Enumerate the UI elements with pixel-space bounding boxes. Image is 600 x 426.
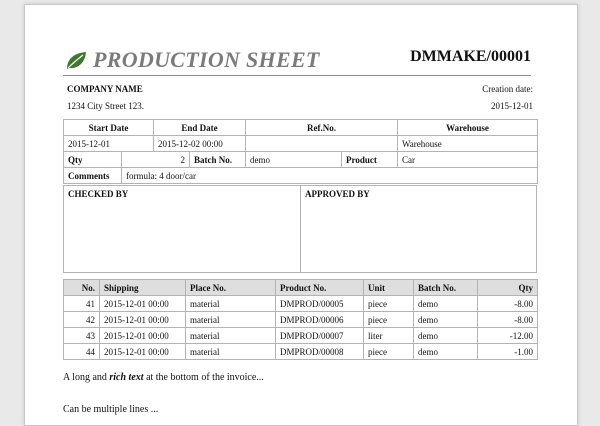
info-header-row: Start Date End Date Ref.No. Warehouse [63,119,539,136]
warehouse-value: Warehouse [397,135,539,152]
creation-date-label: Creation date: [482,84,533,94]
table-row: 42 2015-12-01 00:00 material DMPROD/0000… [63,311,538,328]
row-qty: -1.00 [477,343,538,360]
footer-line-2: Can be multiple lines ... [63,404,159,415]
qty-value: 2 [121,151,190,168]
col-header-place-no: Place No. [185,279,276,296]
row-unit: liter [363,327,414,344]
row-shipping: 2015-12-01 00:00 [99,295,186,312]
info-values-row: 2015-12-01 2015-12-02 00:00 Warehouse [63,135,539,152]
batch-value: demo [245,151,343,168]
lines-header-row: No. Shipping Place No. Product No. Unit … [63,279,538,296]
row-no: 42 [63,311,100,328]
footer-rich-text: rich text [109,372,144,383]
row-product-no: DMPROD/00005 [275,295,364,312]
info-qty-row: Qty 2 Batch No. demo Product Car [63,151,539,168]
row-qty: -8.00 [477,311,538,328]
col-header-shipping: Shipping [99,279,186,296]
row-batch-no: demo [413,343,478,360]
row-batch-no: demo [413,295,478,312]
document-title: PRODUCTION SHEET [93,47,320,72]
signature-box: CHECKED BY APPROVED BY [63,185,537,273]
col-header-batch-no: Batch No. [413,279,478,296]
row-product-no: DMPROD/00006 [275,311,364,328]
product-value: Car [397,151,539,168]
approved-by-label: APPROVED BY [305,189,370,199]
col-header-product-no: Product No. [275,279,364,296]
start-date-value: 2015-12-01 [63,135,154,152]
row-place-no: material [185,327,276,344]
row-place-no: material [185,343,276,360]
lines-table: No. Shipping Place No. Product No. Unit … [63,279,538,360]
document-page: PRODUCTION SHEET DMMAKE/00001 COMPANY NA… [24,4,578,426]
ref-no-value [245,135,399,152]
company-address: 1234 City Street 123. [67,101,144,111]
row-qty: -8.00 [477,295,538,312]
qty-label: Qty [63,151,122,168]
row-shipping: 2015-12-01 00:00 [99,311,186,328]
row-product-no: DMPROD/00008 [275,343,364,360]
table-row: 43 2015-12-01 00:00 material DMPROD/0000… [63,327,538,344]
document-header: PRODUCTION SHEET DMMAKE/00001 [63,47,531,76]
leaf-icon [67,52,86,69]
batch-label: Batch No. [188,151,247,168]
row-unit: piece [363,343,414,360]
end-date-value: 2015-12-02 00:00 [152,135,247,152]
row-place-no: material [185,295,276,312]
ref-no-label: Ref.No. [245,119,399,136]
product-label: Product [341,151,399,168]
company-name: COMPANY NAME [67,84,143,94]
col-header-unit: Unit [363,279,414,296]
row-batch-no: demo [413,327,478,344]
row-no: 43 [63,327,100,344]
row-no: 41 [63,295,100,312]
row-no: 44 [63,343,100,360]
footer-text-after: at the bottom of the invoice... [143,372,264,383]
row-batch-no: demo [413,311,478,328]
approved-by-area: APPROVED BY [301,186,536,272]
info-comments-row: Comments formula: 4 door/car [63,167,539,184]
row-unit: piece [363,295,414,312]
comments-value: formula: 4 door/car [120,167,539,184]
warehouse-label: Warehouse [397,119,539,136]
checked-by-label: CHECKED BY [68,189,129,199]
info-table: Start Date End Date Ref.No. Warehouse 20… [63,119,539,184]
footer-text: A long and rich text at the bottom of th… [63,372,264,383]
footer-text-before: A long and [63,372,110,383]
document-number: DMMAKE/00001 [410,48,531,65]
start-date-label: Start Date [63,119,154,136]
comments-label: Comments [63,167,122,184]
col-header-no: No. [63,279,100,296]
creation-date-value: 2015-12-01 [491,101,533,111]
row-place-no: material [185,311,276,328]
table-row: 44 2015-12-01 00:00 material DMPROD/0000… [63,343,538,360]
checked-by-area: CHECKED BY [64,186,301,272]
row-qty: -12.00 [477,327,538,344]
row-shipping: 2015-12-01 00:00 [99,327,186,344]
col-header-qty: Qty [477,279,538,296]
table-row: 41 2015-12-01 00:00 material DMPROD/0000… [63,295,538,312]
end-date-label: End Date [152,119,247,136]
row-unit: piece [363,311,414,328]
row-product-no: DMPROD/00007 [275,327,364,344]
row-shipping: 2015-12-01 00:00 [99,343,186,360]
